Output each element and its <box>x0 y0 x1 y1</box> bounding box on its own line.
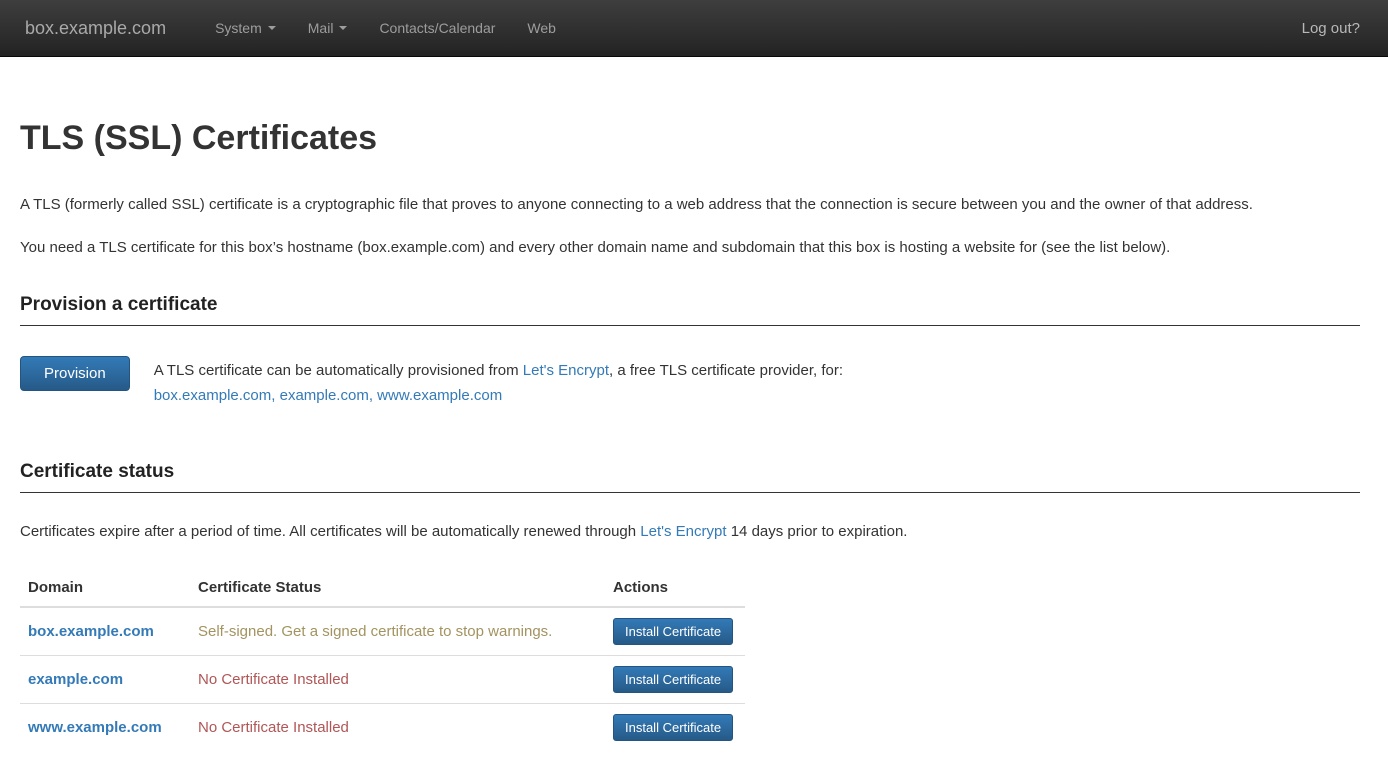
nav-item-mail[interactable]: Mail <box>292 0 364 56</box>
status-section-heading: Certificate status <box>20 461 1360 493</box>
status-cell: Self-signed. Get a signed certificate to… <box>190 607 605 656</box>
provision-text-after: , a free TLS certificate provider, for: <box>609 362 843 379</box>
nav-item-mail-label: Mail <box>308 20 334 36</box>
status-cell: No Certificate Installed <box>190 656 605 704</box>
logout-link[interactable]: Log out? <box>1287 0 1375 56</box>
nav-item-web-label: Web <box>527 20 556 36</box>
action-cell: Install Certificate <box>605 607 745 656</box>
caret-down-icon <box>339 26 347 30</box>
install-certificate-button[interactable]: Install Certificate <box>613 618 733 645</box>
nav-item-contacts-calendar-label: Contacts/Calendar <box>379 20 495 36</box>
table-row: www.example.com No Certificate Installed… <box>20 704 745 752</box>
install-certificate-button[interactable]: Install Certificate <box>613 666 733 693</box>
domain-cell: example.com <box>20 656 190 704</box>
certificate-table-body: box.example.com Self-signed. Get a signe… <box>20 607 745 751</box>
provision-domain-link[interactable]: example.com <box>280 387 378 404</box>
main-content: TLS (SSL) Certificates A TLS (formerly c… <box>0 119 1388 751</box>
header-domain: Domain <box>20 571 190 607</box>
nav-item-system[interactable]: System <box>199 0 292 56</box>
top-navbar: box.example.com System Mail Contacts/Cal… <box>0 0 1388 57</box>
intro-paragraph-2: You need a TLS certificate for this box’… <box>20 235 1360 260</box>
navbar-menu: System Mail Contacts/Calendar Web <box>199 0 572 56</box>
header-certificate-status: Certificate Status <box>190 571 605 607</box>
navbar-brand[interactable]: box.example.com <box>13 0 181 56</box>
action-cell: Install Certificate <box>605 704 745 752</box>
provision-text-line1: A TLS certificate can be automatically p… <box>154 358 843 383</box>
intro-paragraph-1: A TLS (formerly called SSL) certificate … <box>20 192 1360 217</box>
provision-domain-link[interactable]: www.example.com <box>377 387 502 404</box>
lets-encrypt-link[interactable]: Let's Encrypt <box>640 523 726 540</box>
navbar-right: Log out? <box>1287 0 1375 56</box>
install-certificate-button[interactable]: Install Certificate <box>613 714 733 741</box>
certificate-table-head: Domain Certificate Status Actions <box>20 571 745 607</box>
provision-text: A TLS certificate can be automatically p… <box>154 356 843 408</box>
header-actions: Actions <box>605 571 745 607</box>
certificate-table: Domain Certificate Status Actions box.ex… <box>20 571 745 751</box>
lets-encrypt-link[interactable]: Let's Encrypt <box>523 362 609 379</box>
nav-item-web[interactable]: Web <box>511 0 572 56</box>
page-title: TLS (SSL) Certificates <box>20 119 1360 158</box>
provision-section-heading: Provision a certificate <box>20 294 1360 326</box>
provision-text-before: A TLS certificate can be automatically p… <box>154 362 523 379</box>
action-cell: Install Certificate <box>605 656 745 704</box>
provision-button[interactable]: Provision <box>20 356 130 391</box>
status-text-before: Certificates expire after a period of ti… <box>20 523 640 540</box>
domain-link[interactable]: box.example.com <box>28 623 154 640</box>
status-text-after: 14 days prior to expiration. <box>727 523 908 540</box>
nav-item-contacts-calendar[interactable]: Contacts/Calendar <box>363 0 511 56</box>
table-header-row: Domain Certificate Status Actions <box>20 571 745 607</box>
table-row: example.com No Certificate Installed Ins… <box>20 656 745 704</box>
status-cell: No Certificate Installed <box>190 704 605 752</box>
domain-link[interactable]: example.com <box>28 671 123 688</box>
provision-row: Provision A TLS certificate can be autom… <box>20 356 1360 408</box>
status-paragraph: Certificates expire after a period of ti… <box>20 519 1360 544</box>
domain-link[interactable]: www.example.com <box>28 719 162 736</box>
domain-cell: box.example.com <box>20 607 190 656</box>
caret-down-icon <box>268 26 276 30</box>
table-row: box.example.com Self-signed. Get a signe… <box>20 607 745 656</box>
provision-domain-link[interactable]: box.example.com <box>154 387 280 404</box>
domain-cell: www.example.com <box>20 704 190 752</box>
nav-item-system-label: System <box>215 20 262 36</box>
provision-domains: box.example.comexample.comwww.example.co… <box>154 383 843 408</box>
